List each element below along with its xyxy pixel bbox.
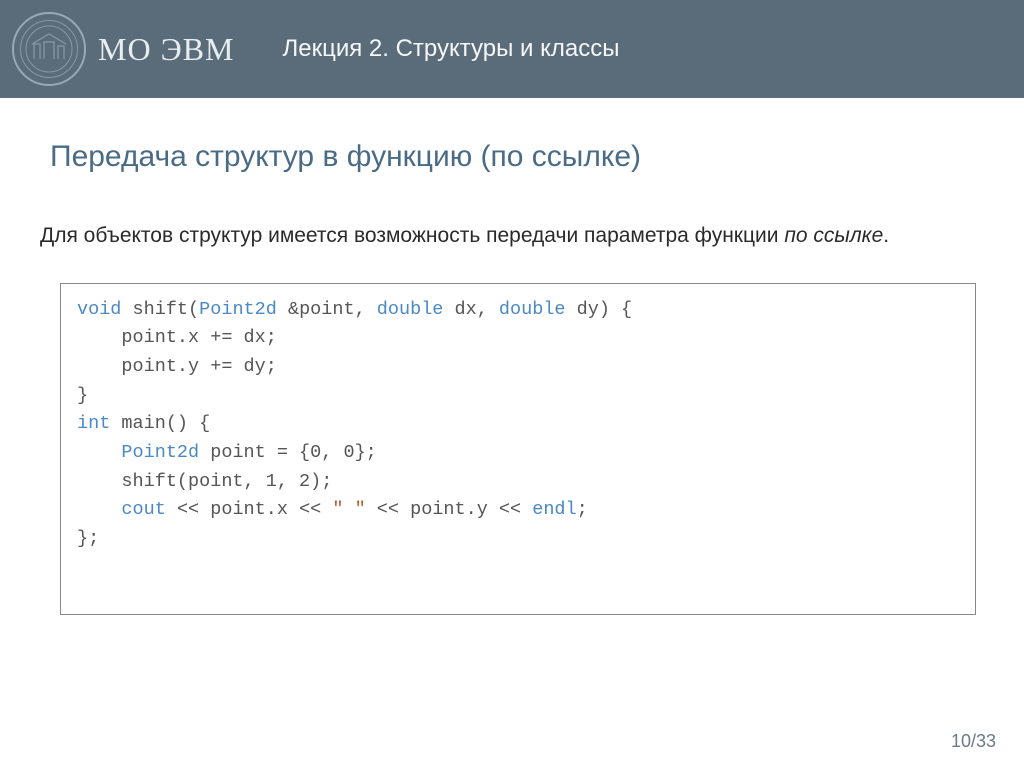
logo-emblem [12,12,86,86]
code-block: void shift(Point2d &point, double dx, do… [60,283,976,615]
code-line-7: Point2d point = {0, 0}; [77,439,959,468]
slide-header: МО ЭВМ Лекция 2. Структуры и классы [0,0,1024,98]
code-line-6: int main() { [77,410,959,439]
code-line-2: point.x += dx; [77,324,959,353]
body-italic: по ссылке [784,224,883,247]
slide-content: Передача структур в функцию (по ссылке) … [0,98,1024,615]
logo-inner-icon [20,20,78,78]
body-prefix: Для объектов структур имеется возможност… [40,224,784,247]
body-paragraph: Для объектов структур имеется возможност… [40,220,984,253]
body-suffix: . [883,224,889,247]
code-line-4: } [77,382,959,411]
code-line-3: point.y += dy; [77,353,959,382]
code-line-10: }; [77,525,959,554]
code-line-9: cout << point.x << " " << point.y << end… [77,496,959,525]
brand-text: МО ЭВМ [98,31,234,68]
page-number: 10/33 [951,731,996,752]
lecture-title: Лекция 2. Структуры и классы [282,35,619,63]
code-line-8: shift(point, 1, 2); [77,468,959,497]
code-line-1: void shift(Point2d &point, double dx, do… [77,296,959,325]
section-title: Передача структур в функцию (по ссылке) [50,140,984,174]
